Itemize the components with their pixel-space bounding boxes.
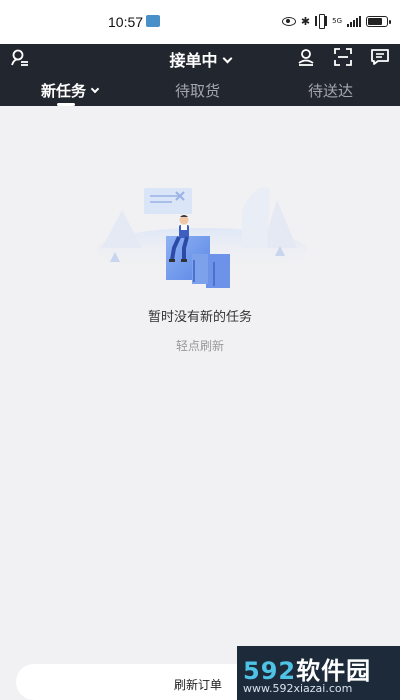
header-title: 接单中 <box>169 51 218 70</box>
watermark-logo: 592软件园 <box>243 651 371 686</box>
status-time: 10:57 <box>108 14 144 30</box>
message-icon[interactable] <box>370 47 390 67</box>
refresh-orders-button[interactable]: 刷新订单 <box>174 676 222 693</box>
scan-icon[interactable] <box>333 47 353 67</box>
battery-icon <box>366 15 391 27</box>
site-watermark: 592软件园 www.592xiazai.com <box>237 646 400 700</box>
watermark-logo-number: 592 <box>243 657 297 685</box>
tab-label: 待送达 <box>308 82 354 100</box>
tab-label: 待取货 <box>175 82 221 100</box>
active-tab-indicator <box>57 103 75 106</box>
app-header: 接单中 新任务 待取货 待送达 <box>0 44 400 106</box>
tab-to-pickup[interactable]: 待取货 <box>175 80 220 106</box>
tab-to-deliver[interactable]: 待送达 <box>308 80 353 106</box>
bluetooth-icon: ✱ <box>300 14 311 28</box>
eye-comfort-icon <box>281 16 296 26</box>
watermark-logo-text: 软件园 <box>296 657 372 685</box>
watermark-url: www.592xiazai.com <box>243 682 353 695</box>
empty-state-message: 暂时没有新的任务 <box>147 310 252 325</box>
vibrate-icon <box>315 14 328 29</box>
status-bar: 10:57 ✱ 5G <box>0 0 400 44</box>
signal-icon <box>347 15 361 27</box>
location-user-icon[interactable] <box>296 47 316 67</box>
tap-to-refresh-link[interactable]: 轻点刷新 <box>0 337 400 354</box>
status-icons: ✱ 5G <box>281 13 391 29</box>
app-notification-icon <box>146 15 160 27</box>
network-type-icon: 5G <box>332 16 342 25</box>
chevron-down-icon <box>90 84 100 94</box>
empty-tasks-illustration <box>97 187 307 288</box>
tab-label: 新任务 <box>41 82 87 100</box>
chevron-down-icon <box>222 53 232 64</box>
